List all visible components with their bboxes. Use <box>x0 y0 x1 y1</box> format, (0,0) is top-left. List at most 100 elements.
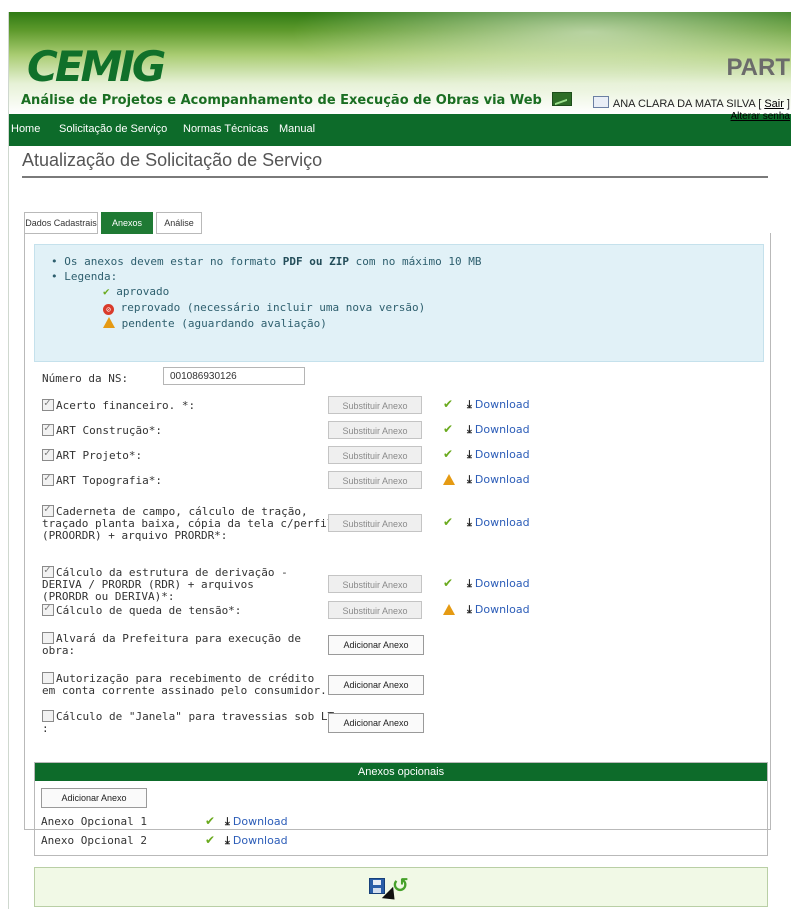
optional-attachment-2-label: Anexo Opcional 2 <box>41 834 147 847</box>
tab-anexos[interactable]: Anexos <box>101 212 153 234</box>
logout-link[interactable]: Sair <box>764 98 784 110</box>
download-link[interactable]: ⤓ Download <box>467 473 530 487</box>
check-icon: ✔ <box>443 422 454 436</box>
download-link[interactable]: ⤓ Download <box>467 516 530 530</box>
attachment-checkbox[interactable] <box>42 564 54 578</box>
attachment-label-line: (PRORDR ou DERIVA)*: <box>42 590 175 603</box>
download-link[interactable]: ⤓ Download <box>467 448 530 462</box>
download-icon: ⤓ <box>467 577 472 590</box>
nav-manual[interactable]: Manual <box>279 123 315 135</box>
legend-pending: pendente (aguardando avaliação) <box>103 317 327 330</box>
legend-approved: ✔ aprovado <box>103 285 169 298</box>
download-label: Download <box>474 448 530 461</box>
download-link[interactable]: ⤓ Download <box>467 603 530 617</box>
download-icon: ⤓ <box>225 834 230 847</box>
attachment-checkbox[interactable] <box>42 447 54 461</box>
legend-pending-text: pendente (aguardando avaliação) <box>121 317 327 330</box>
attachment-label-text: Acerto financeiro. *: <box>56 399 196 412</box>
add-attachment-button[interactable]: Adicionar Anexo <box>328 635 424 655</box>
download-icon: ⤓ <box>225 815 230 828</box>
page-title: Atualização de Solicitação de Serviço <box>22 150 323 170</box>
add-attachment-button[interactable]: Adicionar Anexo <box>328 713 424 733</box>
download-link[interactable]: ⤓ Download <box>467 398 530 412</box>
attachment-label: Cálculo de queda de tensão*: <box>42 602 242 617</box>
legend-approved-text: aprovado <box>116 285 170 298</box>
check-icon: ✔ <box>205 814 216 828</box>
attachment-checkbox[interactable] <box>42 602 54 616</box>
download-label: Download <box>474 398 530 411</box>
change-password-link[interactable]: Alterar senha <box>731 111 790 122</box>
download-label: Download <box>474 423 530 436</box>
attachment-checkbox[interactable] <box>42 472 54 486</box>
attachment-checkbox[interactable] <box>42 397 54 411</box>
info-format-line: • Os anexos devem estar no formato PDF o… <box>51 255 482 268</box>
main-nav: Home Solicitação de Serviço Normas Técni… <box>9 114 791 146</box>
legend-rejected: ⊘ reprovado (necessário incluir uma nova… <box>103 301 425 315</box>
attachment-label-line: (PROORDR) + arquivo PRORDR*: <box>42 529 228 542</box>
add-attachment-button[interactable]: Adicionar Anexo <box>328 675 424 695</box>
download-label: Download <box>232 815 288 828</box>
replace-attachment-button[interactable]: Substituir Anexo <box>328 471 422 489</box>
info-format-types: PDF ou ZIP <box>282 255 350 268</box>
app-subtitle: Análise de Projetos e Acompanhamento de … <box>21 92 573 108</box>
user-info: ANA CLARA DA MATA SILVA [ Sair ] <box>592 96 790 110</box>
user-name: ANA CLARA DA MATA SILVA <box>612 98 756 110</box>
attachment-label: ART Projeto*: <box>42 447 142 462</box>
optional-attachment-1-download[interactable]: ⤓ Download <box>225 815 288 829</box>
attachment-checkbox[interactable] <box>42 710 54 722</box>
app-code: PART <box>726 54 790 81</box>
attachment-label: Caderneta de campo, cálculo de tração,tr… <box>42 503 333 542</box>
download-label: Download <box>474 603 530 616</box>
download-label: Download <box>474 516 530 529</box>
ns-input[interactable]: 001086930126 <box>163 367 305 385</box>
replace-attachment-button[interactable]: Substituir Anexo <box>328 514 422 532</box>
attachment-label-text: ART Topografia*: <box>56 474 162 487</box>
check-icon: ✔ <box>205 833 216 847</box>
attachment-label: Acerto financeiro. *: <box>42 397 196 412</box>
warning-icon <box>443 604 455 615</box>
cemig-logo: CEMIG <box>27 42 166 91</box>
title-divider <box>22 176 768 178</box>
attachment-label: Cálculo de "Janela" para travessias sob … <box>42 710 334 735</box>
info-format-prefix: Os anexos devem estar no formato <box>64 255 277 268</box>
download-label: Download <box>474 577 530 590</box>
replace-attachment-button[interactable]: Substituir Anexo <box>328 396 422 414</box>
replace-attachment-button[interactable]: Substituir Anexo <box>328 421 422 439</box>
save-icon[interactable] <box>369 878 385 894</box>
download-link[interactable]: ⤓ Download <box>467 577 530 591</box>
attachment-checkbox[interactable] <box>42 632 54 644</box>
download-icon: ⤓ <box>467 448 472 461</box>
attachment-checkbox[interactable] <box>42 672 54 684</box>
attachment-label-text: ART Construção*: <box>56 424 162 437</box>
legend-label-text: Legenda: <box>64 270 118 283</box>
replace-attachment-button[interactable]: Substituir Anexo <box>328 575 422 593</box>
attachment-checkbox[interactable] <box>42 422 54 436</box>
ns-label: Número da NS: <box>42 372 129 385</box>
app-subtitle-text: Análise de Projetos e Acompanhamento de … <box>21 93 542 108</box>
attachment-label: Cálculo da estrutura de derivação -DERIV… <box>42 564 288 603</box>
chart-icon <box>552 92 573 106</box>
nav-home[interactable]: Home <box>11 123 40 135</box>
replace-attachment-button[interactable]: Substituir Anexo <box>328 601 422 619</box>
add-optional-attachment-button[interactable]: Adicionar Anexo <box>41 788 147 808</box>
download-label: Download <box>232 834 288 847</box>
replace-attachment-button[interactable]: Substituir Anexo <box>328 446 422 464</box>
attachment-label-text: Cálculo de queda de tensão*: <box>56 604 242 617</box>
attachment-label: Alvará da Prefeitura para execução de obr… <box>42 632 301 657</box>
download-icon: ⤓ <box>467 473 472 486</box>
attachment-label: Autorização para recebimento de crédito e… <box>42 672 340 697</box>
attachment-label-line: obra: <box>42 644 76 657</box>
tab-analise[interactable]: Análise <box>156 212 202 234</box>
download-icon: ⤓ <box>467 423 472 436</box>
download-label: Download <box>474 473 530 486</box>
check-icon: ✔ <box>443 515 454 529</box>
check-icon: ✔ <box>443 397 454 411</box>
attachment-checkbox[interactable] <box>42 503 54 517</box>
optional-attachment-2-download[interactable]: ⤓ Download <box>225 834 288 848</box>
attachment-label: ART Construção*: <box>42 422 162 437</box>
nav-service-request[interactable]: Solicitação de Serviço <box>59 123 167 135</box>
nav-technical-standards[interactable]: Normas Técnicas <box>183 123 268 135</box>
header-sheen <box>289 12 791 92</box>
download-link[interactable]: ⤓ Download <box>467 423 530 437</box>
tab-dados-cadastrais[interactable]: Dados Cadastrais <box>24 212 98 234</box>
